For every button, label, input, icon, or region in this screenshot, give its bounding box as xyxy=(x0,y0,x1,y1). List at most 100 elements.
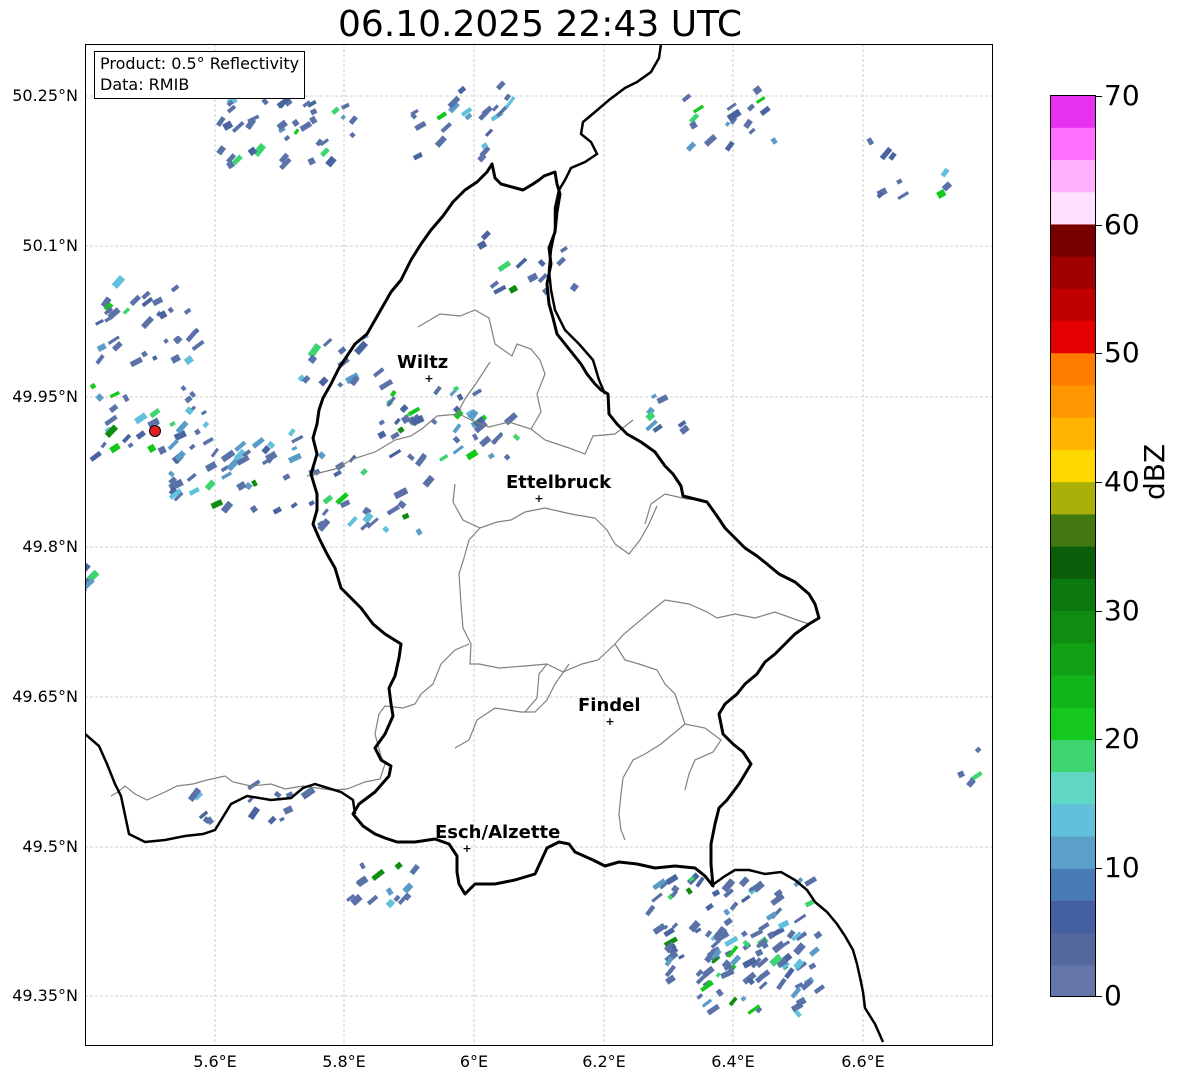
colorbar-segment xyxy=(1050,320,1096,354)
echo-cell xyxy=(287,428,296,437)
city-marker: + xyxy=(534,492,543,505)
echo-cell xyxy=(491,104,500,112)
echo-cell xyxy=(95,393,104,402)
echo-cell xyxy=(309,108,318,116)
colorbar-segment xyxy=(1050,449,1096,483)
echo-cell xyxy=(465,449,479,461)
colorbar-segment xyxy=(1050,546,1096,579)
colorbar-tick-0 xyxy=(1096,996,1102,997)
echo-cell xyxy=(167,438,180,451)
colorbar-segment xyxy=(1050,288,1096,322)
lat-label-50.25: 50.25°N xyxy=(12,86,78,105)
echo-cell xyxy=(322,337,333,348)
echo-cell xyxy=(456,393,464,401)
colorbar-segment xyxy=(1050,352,1096,386)
echo-cell xyxy=(104,315,113,323)
echo-cell xyxy=(172,335,182,344)
echo-cell xyxy=(752,85,763,96)
echo-cell xyxy=(776,977,787,991)
echo-cell xyxy=(320,147,330,158)
echo-cell xyxy=(490,432,503,445)
echo-cell xyxy=(664,964,676,978)
echo-cell xyxy=(163,338,169,344)
echo-cell xyxy=(433,385,442,396)
echo-cell xyxy=(167,470,175,478)
colorbar-segment xyxy=(1050,578,1096,612)
echo-cell xyxy=(382,525,390,534)
echo-cell xyxy=(141,350,148,358)
echo-cell xyxy=(287,452,302,464)
colorbar-segment xyxy=(1050,771,1096,805)
echo-cell xyxy=(89,450,102,462)
echo-cell xyxy=(729,901,739,911)
colorbar-tick-20 xyxy=(1096,739,1102,740)
echo-cell xyxy=(755,96,766,104)
colorbar-label-40: 40 xyxy=(1104,465,1140,498)
echo-cell xyxy=(378,419,386,426)
echo-cell xyxy=(808,962,817,970)
colorbar-segment xyxy=(1050,674,1096,708)
product-info-box: Product: 0.5° Reflectivity Data: RMIB xyxy=(94,51,306,99)
echo-cell xyxy=(322,494,334,505)
echo-cell xyxy=(452,444,464,455)
echo-cell xyxy=(186,472,197,482)
echo-cell xyxy=(152,355,158,361)
echo-cell xyxy=(393,417,401,426)
echo-cell xyxy=(740,995,747,1002)
colorbar-tick-30 xyxy=(1096,611,1102,612)
echo-cell xyxy=(231,120,245,133)
canton-borders xyxy=(110,309,810,841)
echo-cell xyxy=(706,1003,720,1016)
lat-label-49.5: 49.5°N xyxy=(22,837,78,856)
echo-cell xyxy=(108,403,119,413)
echo-cell xyxy=(388,449,402,459)
echo-cell xyxy=(771,940,786,954)
echo-cell xyxy=(210,499,224,510)
echo-cell xyxy=(317,451,326,460)
echo-cell xyxy=(477,240,488,250)
echo-cell xyxy=(151,296,164,307)
echo-cell xyxy=(569,282,579,293)
radar-echoes xyxy=(85,80,983,1018)
echo-cell xyxy=(402,882,414,894)
lat-lon-gridlines xyxy=(85,44,993,1046)
colorbar-label-20: 20 xyxy=(1104,722,1140,755)
echo-cell xyxy=(251,436,265,449)
colorbar-label-0: 0 xyxy=(1104,979,1122,1012)
echo-cell xyxy=(740,894,751,903)
echo-cell xyxy=(471,388,483,397)
echo-cell xyxy=(414,120,427,132)
echo-cell xyxy=(191,339,205,352)
echo-cell xyxy=(283,134,291,142)
city-label: Wiltz xyxy=(397,352,448,373)
echo-cell xyxy=(221,471,233,480)
echo-cell xyxy=(808,946,820,957)
colorbar-segment xyxy=(1050,417,1096,450)
echo-cell xyxy=(188,486,200,496)
lon-label-6.2: 6.2°E xyxy=(582,1052,626,1071)
echo-cell xyxy=(770,137,778,145)
echo-cell xyxy=(216,145,227,156)
echo-cell xyxy=(399,404,409,414)
echo-cell xyxy=(202,436,214,446)
colorbar-segment xyxy=(1050,191,1096,225)
lon-label-5.6: 5.6°E xyxy=(193,1052,237,1071)
colorbar-segment xyxy=(1050,481,1096,515)
echo-cell xyxy=(696,993,704,1000)
colorbar-unit-label: dBZ xyxy=(1138,443,1171,500)
colorbar-label-60: 60 xyxy=(1104,208,1140,241)
echo-cell xyxy=(422,474,435,488)
colorbar-label-30: 30 xyxy=(1104,594,1140,627)
colorbar-tick-70 xyxy=(1096,96,1102,97)
city-marker: + xyxy=(424,372,433,385)
echo-cell xyxy=(234,440,247,452)
echo-cell xyxy=(804,876,818,887)
echo-cell xyxy=(746,103,756,112)
echo-cell xyxy=(434,135,447,148)
echo-cell xyxy=(537,258,546,267)
radar-map: +Wiltz+Ettelbruck+Findel+Esch/Alzette xyxy=(85,44,993,1046)
colorbar-segment xyxy=(1050,513,1096,547)
echo-cell xyxy=(705,902,714,911)
echo-cell xyxy=(656,394,669,405)
echo-cell xyxy=(183,355,195,366)
